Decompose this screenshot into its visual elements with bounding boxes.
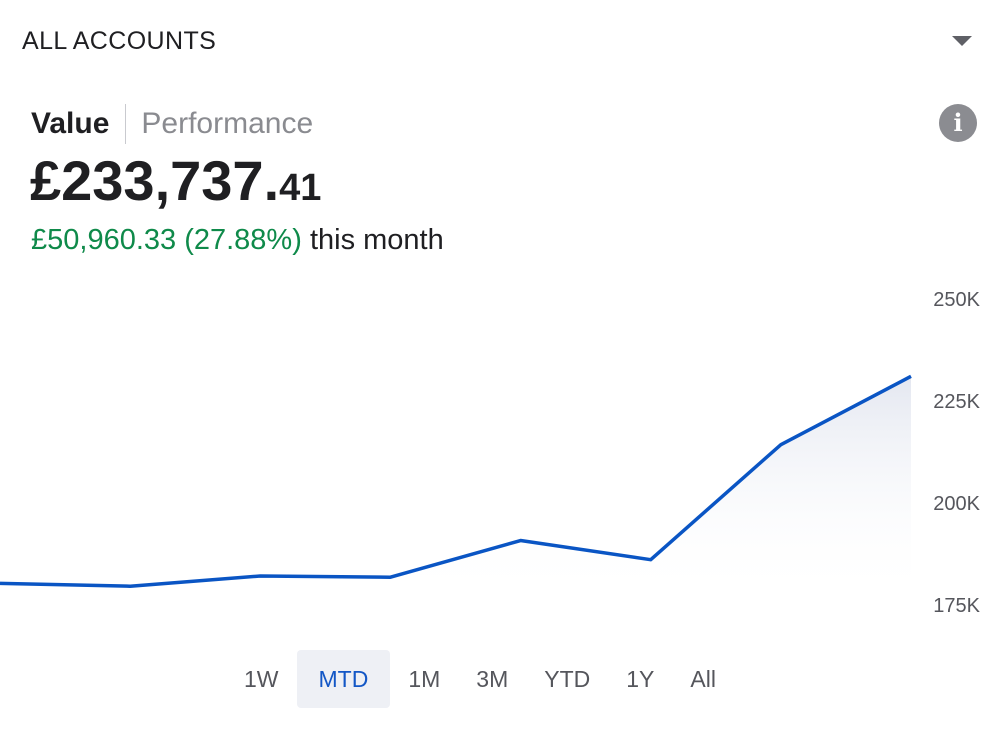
view-tabs: Value Performance bbox=[31, 104, 313, 144]
portfolio-value-minor: 41 bbox=[279, 167, 322, 209]
caret-down-icon[interactable] bbox=[952, 36, 972, 46]
time-range-selector: 1W MTD 1M 3M YTD 1Y All bbox=[226, 650, 734, 708]
info-icon[interactable]: i bbox=[939, 104, 977, 142]
range-all-button[interactable]: All bbox=[672, 650, 734, 708]
range-3m-button[interactable]: 3M bbox=[458, 650, 526, 708]
tab-value[interactable]: Value bbox=[31, 106, 109, 142]
change-period: this month bbox=[309, 224, 444, 256]
y-axis-tick-label: 250K bbox=[933, 289, 980, 311]
tab-performance[interactable]: Performance bbox=[141, 106, 313, 142]
portfolio-value-major: £233,737. bbox=[30, 149, 280, 212]
account-selector-label[interactable]: ALL ACCOUNTS bbox=[22, 26, 216, 56]
period-change: £50,960.33 (27.88%) this month bbox=[31, 222, 444, 258]
y-axis-tick-label: 225K bbox=[933, 391, 980, 413]
portfolio-value: £233,737.41 bbox=[30, 148, 321, 229]
change-amount: £50,960.33 (27.88%) bbox=[31, 224, 302, 256]
range-mtd-button[interactable]: MTD bbox=[296, 650, 391, 708]
tab-divider bbox=[125, 104, 127, 144]
y-axis-tick-label: 175K bbox=[933, 595, 980, 617]
y-axis-tick-label: 200K bbox=[933, 493, 980, 515]
account-selector[interactable]: ALL ACCOUNTS bbox=[0, 0, 1005, 82]
chart-area-fill bbox=[0, 376, 911, 600]
range-ytd-button[interactable]: YTD bbox=[526, 650, 608, 708]
range-1y-button[interactable]: 1Y bbox=[608, 650, 672, 708]
range-1w-button[interactable]: 1W bbox=[226, 650, 297, 708]
range-1m-button[interactable]: 1M bbox=[390, 650, 458, 708]
value-chart: 250K 225K 200K 175K bbox=[0, 289, 981, 617]
